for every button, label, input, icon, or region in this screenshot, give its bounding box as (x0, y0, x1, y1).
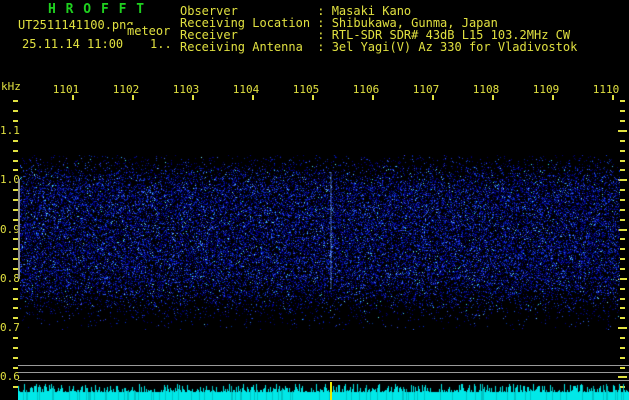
axis-tick (620, 110, 625, 112)
axis-tick (13, 357, 18, 359)
info-row: Receiving Antenna : 3el Yagi(V) Az 330 f… (180, 41, 577, 53)
minute-tick (72, 95, 74, 100)
level-ref-line-middle (18, 372, 629, 373)
axis-tick (13, 367, 18, 369)
time-label: 1110 (592, 83, 620, 96)
axis-tick (13, 169, 18, 171)
axis-tick (620, 238, 625, 240)
axis-tick (13, 347, 18, 349)
level-ref-line-upper (18, 365, 629, 366)
minute-tick (492, 95, 494, 100)
minute-tick (432, 95, 434, 100)
meteor-label: meteor (126, 24, 171, 38)
hrofft-screen: H R O F F T UT2511141100.png meteor 25.1… (0, 0, 629, 400)
freq-unit-label: kHz (1, 80, 21, 93)
axis-tick (620, 189, 625, 191)
time-label: 1101 (52, 83, 80, 96)
time-label: 1102 (112, 83, 140, 96)
axis-tick (13, 140, 18, 142)
minute-tick (192, 95, 194, 100)
filename: UT2511141100.png (18, 18, 134, 32)
level-ref-line-lower (18, 380, 629, 381)
freq-label: 0.6 (0, 370, 20, 383)
minute-tick (132, 95, 134, 100)
axis-tick (13, 288, 18, 290)
axis-tick (620, 169, 625, 171)
time-label: 1104 (232, 83, 260, 96)
time-label: 1107 (412, 83, 440, 96)
time-label: 1103 (172, 83, 200, 96)
freq-label: 1.0 (0, 173, 20, 186)
time-label: 1108 (472, 83, 500, 96)
minute-tick (552, 95, 554, 100)
info-separator: : (310, 40, 332, 54)
axis-tick (13, 160, 18, 162)
spectrogram-canvas (20, 155, 620, 330)
receiver-info: Observer : Masaki Kano Receiving Location… (180, 5, 577, 53)
axis-tick (620, 160, 625, 162)
datetime: 25.11.14 11:00 (22, 37, 124, 51)
axis-tick (620, 317, 625, 319)
axis-tick (620, 258, 625, 260)
axis-tick (13, 298, 18, 300)
time-label: 1106 (352, 83, 380, 96)
axis-tick (620, 100, 625, 102)
echo-counter: 1.. (150, 37, 172, 51)
axis-tick (620, 209, 625, 211)
minute-tick (252, 95, 254, 100)
axis-tick (620, 268, 625, 270)
axis-tick (620, 140, 625, 142)
axis-tick (13, 337, 18, 339)
band-reference-line (18, 179, 20, 279)
minute-tick (372, 95, 374, 100)
minute-tick (612, 95, 614, 100)
app-title: H R O F F T (48, 2, 146, 17)
axis-tick (620, 337, 625, 339)
freq-label: 0.9 (0, 223, 20, 236)
axis-tick (13, 317, 18, 319)
axis-tick (13, 307, 18, 309)
echo-streak (330, 172, 332, 288)
axis-tick (620, 307, 625, 309)
axis-tick (620, 120, 625, 122)
time-label: 1105 (292, 83, 320, 96)
minute-tick (312, 95, 314, 100)
axis-tick (620, 248, 625, 250)
axis-tick (13, 120, 18, 122)
axis-tick (620, 150, 625, 152)
axis-tick (13, 110, 18, 112)
freq-label: 0.7 (0, 321, 20, 334)
axis-tick (620, 199, 625, 201)
info-value: 3el Yagi(V) Az 330 for Vladivostok (331, 40, 578, 54)
axis-tick (620, 288, 625, 290)
axis-tick (13, 150, 18, 152)
level-strip-canvas (18, 382, 629, 400)
freq-label: 0.8 (0, 272, 20, 285)
axis-tick (620, 347, 625, 349)
time-label: 1109 (532, 83, 560, 96)
axis-tick (620, 298, 625, 300)
axis-tick (618, 130, 627, 132)
info-label: Receiving Antenna (180, 40, 303, 54)
axis-tick (620, 367, 625, 369)
freq-label: 1.1 (0, 124, 20, 137)
axis-tick (13, 100, 18, 102)
echo-marker (330, 382, 332, 400)
axis-tick (620, 357, 625, 359)
axis-tick (620, 219, 625, 221)
axis-tick (618, 376, 627, 378)
